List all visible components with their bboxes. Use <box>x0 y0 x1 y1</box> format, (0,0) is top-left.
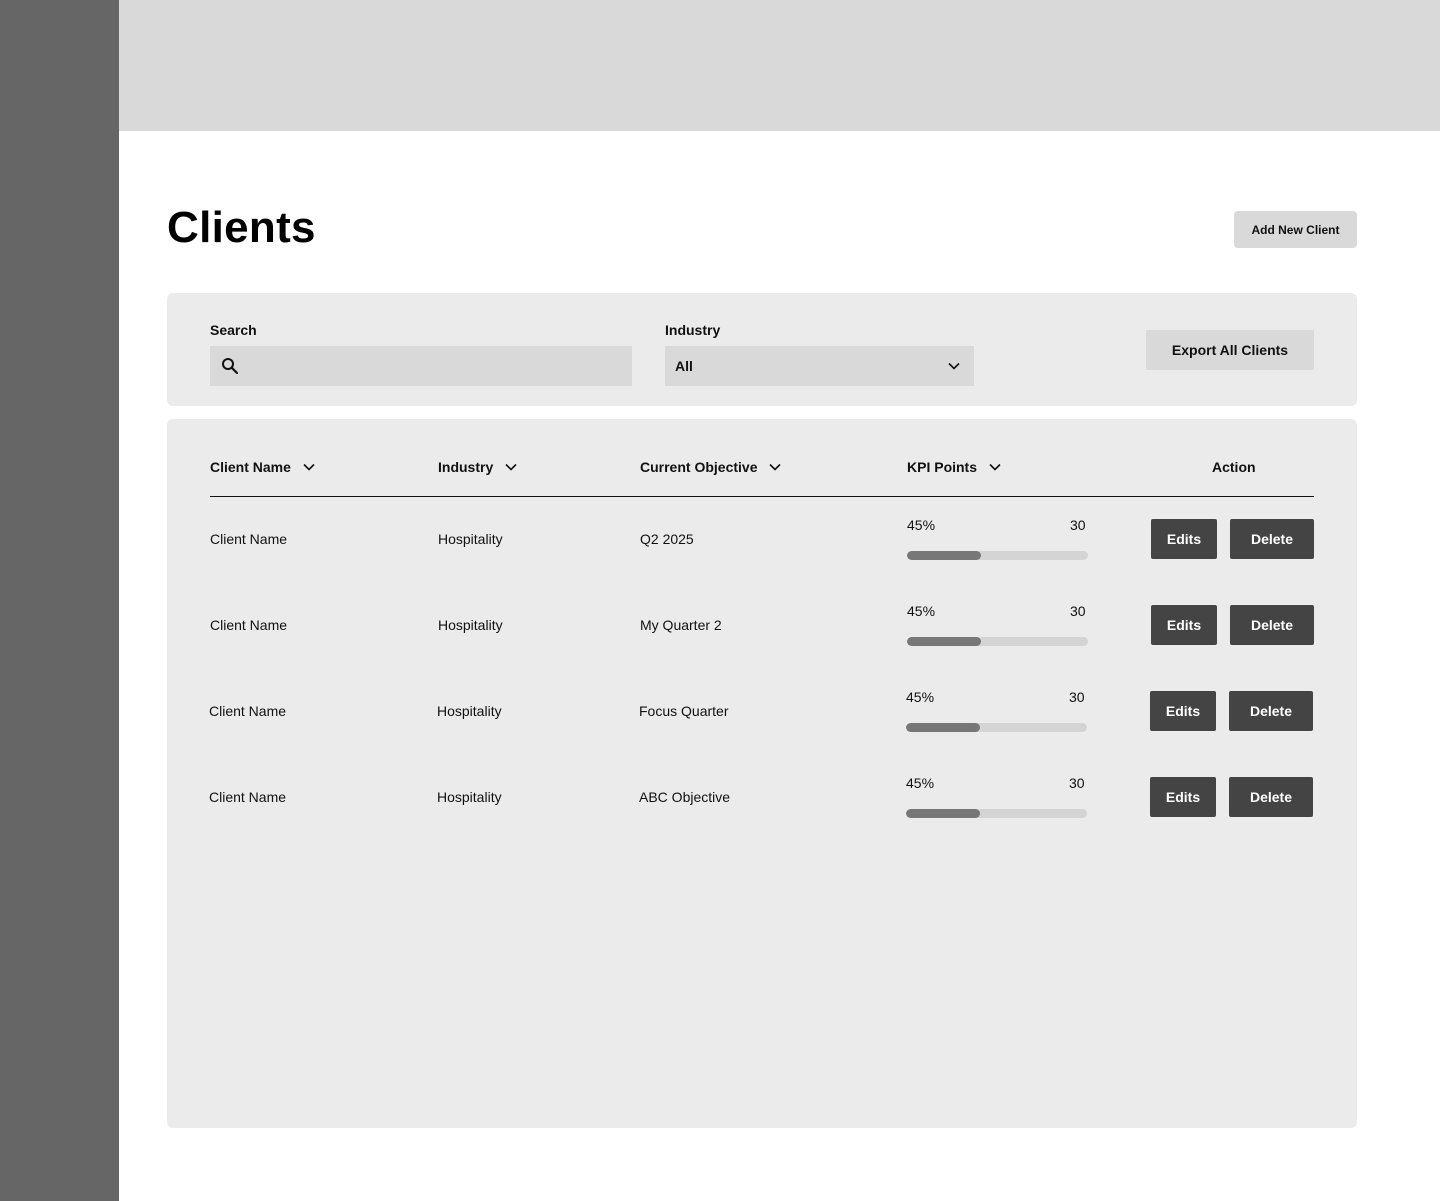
clients-table: Client Name Industry Current Objective K… <box>167 419 1357 1128</box>
edit-button[interactable]: Edits <box>1150 777 1216 817</box>
search-field[interactable] <box>210 346 632 386</box>
kpi-points: 30 <box>1069 775 1085 791</box>
objective-cell: Focus Quarter <box>639 703 729 719</box>
search-label: Search <box>210 322 257 338</box>
table-row: Client Name Hospitality ABC Objective 45… <box>167 775 1357 863</box>
kpi-points: 30 <box>1070 603 1086 619</box>
delete-button[interactable]: Delete <box>1230 605 1314 645</box>
export-all-clients-button[interactable]: Export All Clients <box>1146 330 1314 370</box>
industry-filter-label: Industry <box>665 322 721 338</box>
table-row: Client Name Hospitality Q2 2025 45% 30 E… <box>167 517 1357 605</box>
client-name-cell: Client Name <box>209 789 287 805</box>
sort-chevron-down-icon[interactable] <box>769 463 782 471</box>
kpi-progress-fill <box>907 637 982 646</box>
kpi-progress-bar <box>906 809 1087 818</box>
column-header-industry[interactable]: Industry <box>438 459 517 475</box>
sort-chevron-down-icon[interactable] <box>989 463 1001 471</box>
kpi-progress-bar <box>907 637 1088 646</box>
client-name-cell: Client Name <box>210 531 288 547</box>
column-header-current-objective[interactable]: Current Objective <box>640 459 782 475</box>
sidebar <box>0 0 119 1201</box>
kpi-progress-bar <box>907 551 1088 560</box>
delete-button[interactable]: Delete <box>1229 691 1313 731</box>
kpi-percent: 45% <box>907 603 936 619</box>
column-header-label: Action <box>1212 459 1256 475</box>
industry-select[interactable]: All <box>665 346 974 386</box>
filter-panel: Search Industry All Export All Clients <box>167 293 1357 406</box>
column-header-client-name[interactable]: Client Name <box>210 459 315 475</box>
objective-cell: ABC Objective <box>639 789 731 805</box>
delete-button[interactable]: Delete <box>1230 519 1314 559</box>
table-row: Client Name Hospitality My Quarter 2 45%… <box>167 603 1357 691</box>
sort-chevron-down-icon[interactable] <box>303 463 315 471</box>
table-row: Client Name Hospitality Focus Quarter 45… <box>167 689 1357 777</box>
column-header-action: Action <box>1212 459 1256 475</box>
sort-chevron-down-icon[interactable] <box>505 463 517 471</box>
column-header-label: Current Objective <box>640 459 758 475</box>
kpi-progress-bar <box>906 723 1087 732</box>
kpi-progress-fill <box>906 723 981 732</box>
kpi-progress-fill <box>906 809 981 818</box>
top-header <box>119 0 1440 131</box>
industry-cell: Hospitality <box>437 703 502 719</box>
column-header-label: Client Name <box>210 459 291 475</box>
search-icon <box>221 357 239 375</box>
kpi-percent: 45% <box>907 517 936 533</box>
industry-cell: Hospitality <box>438 531 503 547</box>
kpi-points: 30 <box>1069 689 1085 705</box>
industry-cell: Hospitality <box>437 789 502 805</box>
kpi-points: 30 <box>1070 517 1086 533</box>
column-header-label: Industry <box>438 459 494 475</box>
column-header-label: KPI Points <box>907 459 978 475</box>
column-header-kpi-points[interactable]: KPI Points <box>907 459 1001 475</box>
objective-cell: My Quarter 2 <box>640 617 722 633</box>
edit-button[interactable]: Edits <box>1151 519 1217 559</box>
client-name-cell: Client Name <box>209 703 287 719</box>
header-divider <box>210 496 1314 497</box>
search-input[interactable] <box>247 346 632 386</box>
industry-select-value: All <box>675 358 693 374</box>
delete-button[interactable]: Delete <box>1229 777 1313 817</box>
kpi-percent: 45% <box>906 689 935 705</box>
add-new-client-button[interactable]: Add New Client <box>1234 211 1357 248</box>
objective-cell: Q2 2025 <box>640 531 694 547</box>
page-title: Clients <box>167 203 316 252</box>
edit-button[interactable]: Edits <box>1151 605 1217 645</box>
edit-button[interactable]: Edits <box>1150 691 1216 731</box>
client-name-cell: Client Name <box>210 617 288 633</box>
kpi-progress-fill <box>907 551 982 560</box>
kpi-percent: 45% <box>906 775 935 791</box>
chevron-down-icon <box>948 357 960 375</box>
industry-cell: Hospitality <box>438 617 503 633</box>
